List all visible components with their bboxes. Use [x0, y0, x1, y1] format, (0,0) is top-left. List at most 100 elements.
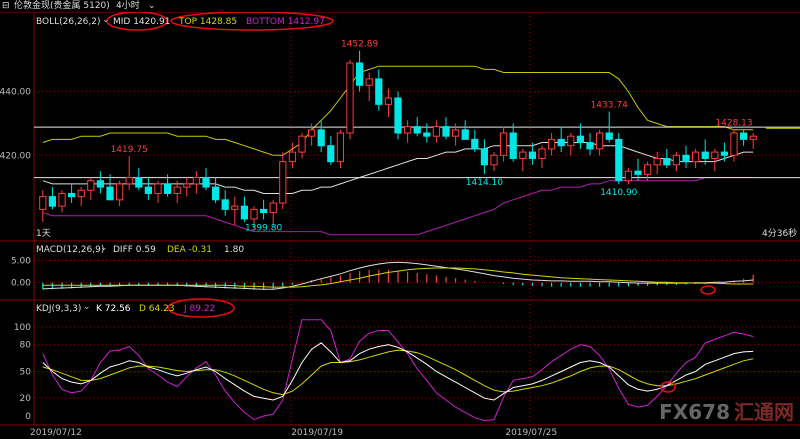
chart-canvas[interactable]: 1419.75 1452.89 1433.74 1428.13 1399.80 1414.…: [0, 0, 800, 439]
candle-body: [365, 78, 373, 86]
candle-body: [58, 192, 66, 207]
macd-diff-value: DIFF 0.59: [113, 245, 156, 255]
chevron-down-icon[interactable]: ⌄: [83, 301, 91, 313]
date-axis-label: 2019/07/25: [505, 428, 557, 438]
candle-body: [317, 129, 325, 147]
window-title: 伦敦金现(贵金属 5120): [14, 1, 110, 11]
candle-body: [336, 132, 345, 163]
price-axis-label: 1440.00: [0, 88, 31, 98]
kdj-axis-label: 80: [20, 341, 32, 351]
kdj-d-line: [42, 349, 754, 396]
candle-body: [672, 154, 681, 166]
chevron-down-icon[interactable]: ⌄: [100, 242, 108, 254]
kdj-j-value: J 89.22: [184, 304, 216, 314]
candle-body: [691, 151, 700, 163]
highlight-macd-cross: [700, 285, 716, 295]
candle-body: [557, 138, 565, 147]
annotation-low-3: 1410.90: [600, 188, 637, 198]
countdown-timer: 4分36秒: [762, 229, 798, 239]
candle-body: [519, 151, 527, 159]
status-left: 1天: [36, 229, 51, 239]
kdj-panel[interactable]: [42, 319, 754, 422]
candle-body: [279, 161, 287, 204]
candle-body: [269, 202, 277, 214]
candle-body: [547, 138, 556, 150]
candle-body: [144, 186, 153, 194]
candlestick-series[interactable]: [39, 50, 757, 229]
candle-body: [192, 177, 201, 185]
kdj-k-value: K 72.56: [96, 304, 131, 314]
macd-panel[interactable]: [42, 261, 754, 290]
candle-body: [442, 126, 450, 137]
annotation-low-1: 1399.80: [245, 224, 282, 234]
candle-body: [739, 132, 748, 140]
candle-body: [720, 151, 729, 156]
chevron-down-icon[interactable]: ⌄: [102, 14, 110, 26]
candle-body: [576, 135, 585, 144]
candle-body: [682, 154, 690, 163]
candle-body: [595, 132, 604, 150]
candle-body: [701, 151, 709, 159]
candle-body: [730, 132, 738, 156]
boll-bottom-line: [42, 177, 754, 236]
candle-body: [211, 186, 220, 201]
menu-icon[interactable]: ⊟: [2, 0, 10, 12]
annotation-high-0: 1419.75: [111, 145, 148, 155]
date-axis-label: 2019/07/19: [291, 428, 343, 438]
candle-body: [154, 183, 162, 194]
candle-body: [259, 208, 268, 214]
candle-body: [307, 129, 316, 137]
candle-body: [288, 151, 297, 163]
candle-body: [96, 180, 105, 188]
macd-dea-value: DEA -0.31: [167, 245, 212, 255]
candle-body: [394, 97, 402, 134]
candle-body: [346, 62, 354, 134]
candle-body: [586, 142, 594, 150]
candle-body: [173, 186, 181, 194]
candle-body: [615, 138, 623, 182]
candle-body: [375, 78, 383, 105]
window-titlebar: ⊟ 伦敦金现(贵金属 5120) 4小时 ⌄: [0, 0, 800, 12]
macd-value: 1.80: [224, 245, 245, 255]
candle-body: [221, 199, 229, 210]
candle-body: [461, 129, 469, 140]
candle-body: [135, 177, 143, 188]
candle-body: [538, 148, 546, 159]
candle-body: [327, 145, 335, 163]
macd-axis-label: 0.00: [11, 279, 31, 289]
candle-body: [413, 126, 421, 134]
candle-body: [67, 192, 76, 198]
timeframe-selector[interactable]: 4小时: [116, 0, 140, 12]
candle-body: [749, 135, 757, 140]
price-axis-label: 1420.00: [0, 151, 31, 161]
candle-body: [384, 97, 393, 105]
candle-body: [711, 151, 719, 159]
candle-body: [499, 132, 508, 156]
boll-label[interactable]: BOLL(26,26,2): [36, 16, 101, 28]
candle-body: [643, 164, 652, 175]
grid-lines: [0, 11, 800, 426]
candle-body: [231, 205, 239, 210]
macd-label[interactable]: MACD(12,26,9): [36, 244, 104, 256]
macd-axis-label: 5.00: [11, 256, 31, 266]
candle-body: [183, 183, 191, 188]
candle-body: [163, 183, 172, 194]
date-axis-label: 2019/07/12: [30, 428, 82, 438]
fx678-watermark: FX678 汇通网: [659, 396, 794, 425]
chevron-down-icon[interactable]: ⌄: [148, 0, 156, 12]
kdj-label[interactable]: KDJ(9,3,3): [36, 303, 81, 315]
kdj-j-line: [42, 319, 754, 422]
candle-body: [106, 186, 114, 201]
annotation-high-2: 1433.74: [591, 101, 628, 111]
annotation-high-1: 1452.89: [341, 40, 378, 50]
kdj-axis-label: 50: [20, 367, 32, 377]
boll-bottom-value: BOTTOM 1412.97: [246, 17, 325, 27]
candle-body: [115, 183, 124, 201]
candle-body: [605, 132, 613, 140]
candle-body: [39, 196, 47, 210]
candle-body: [355, 62, 364, 86]
kdj-axis-label: 100: [14, 323, 31, 333]
candle-body: [240, 205, 249, 220]
candle-body: [634, 170, 642, 175]
watermark-cn: 汇通网: [734, 400, 794, 424]
